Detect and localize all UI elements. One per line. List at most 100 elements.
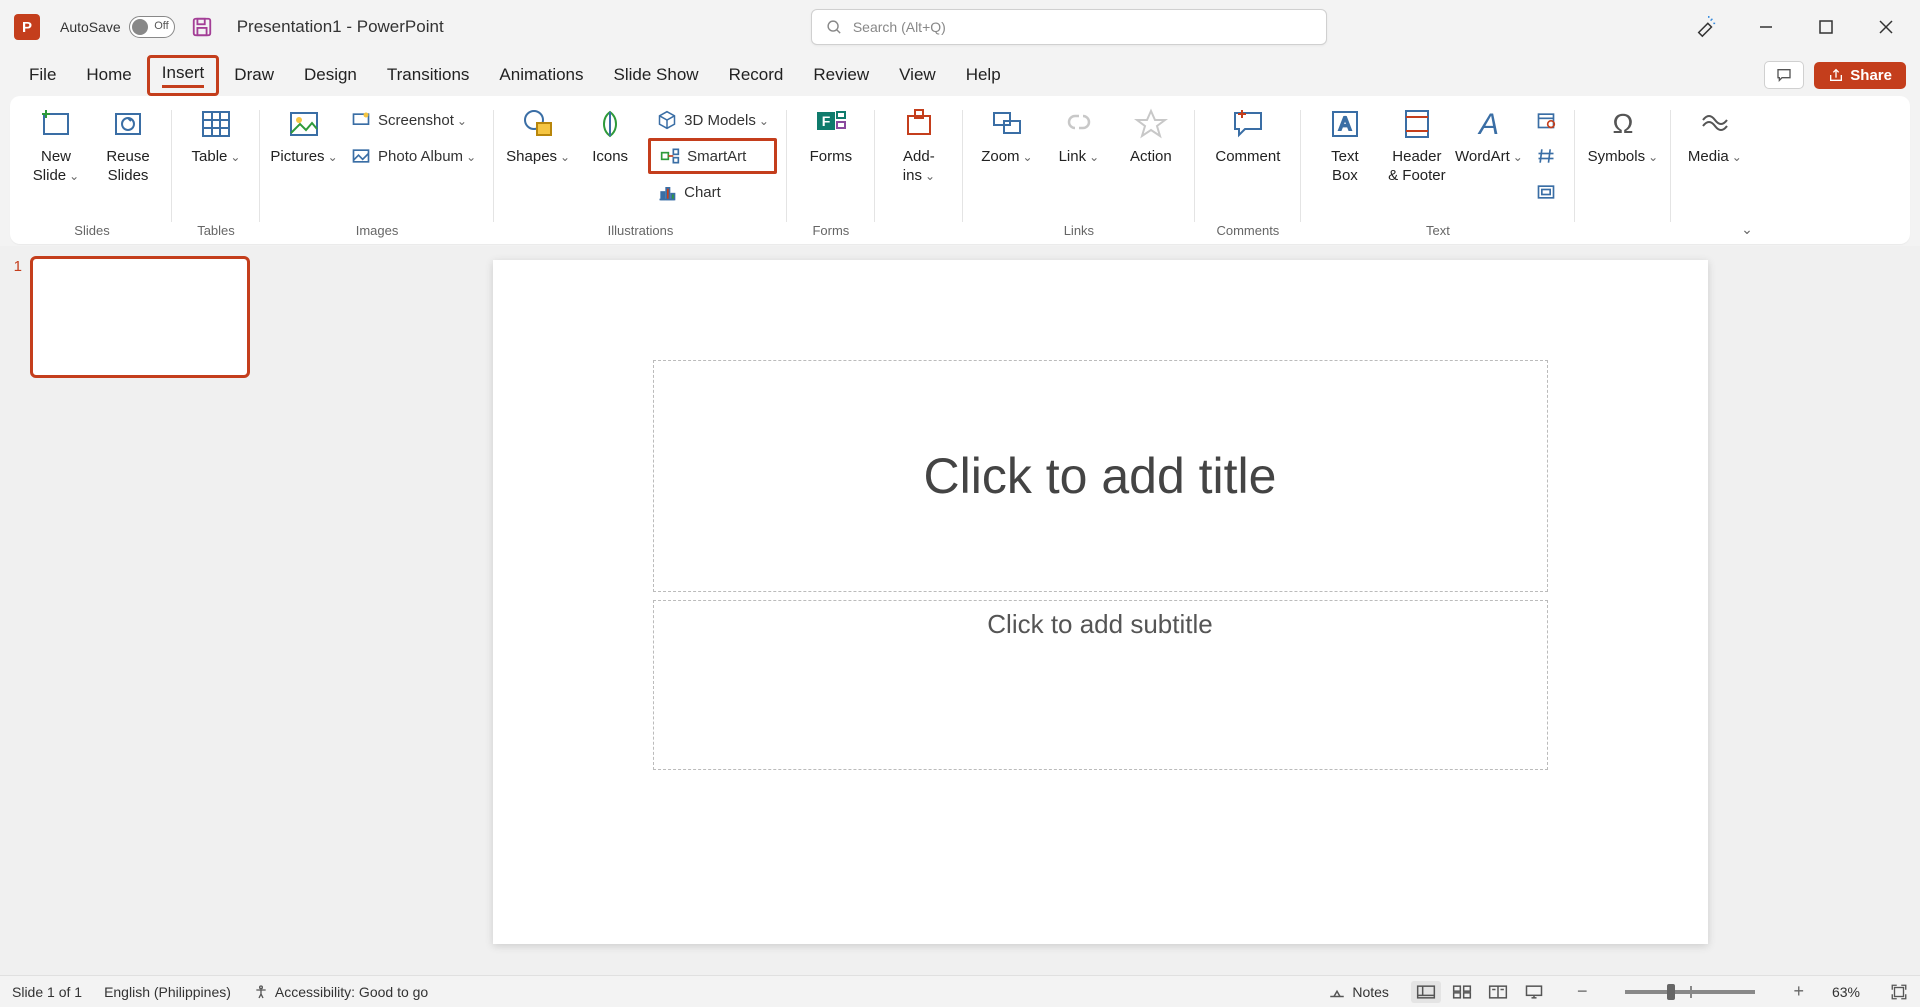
zoom-slider-thumb[interactable] [1667, 984, 1675, 1000]
tab-draw[interactable]: Draw [219, 57, 289, 93]
svg-text:A: A [1477, 108, 1499, 141]
zoom-level[interactable]: 63% [1832, 984, 1860, 1000]
autosave-control[interactable]: AutoSave Off [60, 16, 175, 38]
action-button[interactable]: Action [1117, 102, 1185, 167]
accessibility-label: Accessibility: Good to go [275, 984, 428, 1000]
group-links: Zoom Link Action Links [963, 102, 1195, 244]
textbox-icon: A [1327, 104, 1363, 144]
comment-icon [1230, 104, 1266, 144]
reading-view-button[interactable] [1483, 981, 1513, 1003]
shapes-icon [520, 104, 556, 144]
tab-record[interactable]: Record [714, 57, 799, 93]
notes-button[interactable]: Notes [1328, 984, 1389, 1000]
thumbnail-row[interactable]: 1 [8, 256, 272, 378]
tab-animations[interactable]: Animations [484, 57, 598, 93]
screenshot-button[interactable]: Screenshot [342, 102, 484, 138]
wordart-label: WordArt [1455, 148, 1523, 167]
group-forms-label: Forms [812, 220, 849, 244]
tab-insert[interactable]: Insert [147, 55, 220, 96]
tab-review[interactable]: Review [798, 57, 884, 93]
wordart-button[interactable]: A WordArt [1455, 102, 1523, 167]
slide-thumbnail-1[interactable] [30, 256, 250, 378]
collapse-ribbon-icon[interactable]: ⌄ [1741, 221, 1753, 238]
addins-icon [901, 104, 937, 144]
chart-icon [656, 181, 678, 203]
symbols-button[interactable]: Ω Symbols [1585, 102, 1661, 167]
pictures-button[interactable]: Pictures [270, 102, 338, 167]
icons-icon [592, 104, 628, 144]
search-icon [826, 19, 843, 36]
group-tables-label: Tables [197, 220, 235, 244]
tab-file[interactable]: File [14, 57, 71, 93]
zoom-out-button[interactable]: − [1571, 981, 1594, 1002]
smartart-label: SmartArt [687, 148, 746, 165]
icons-button[interactable]: Icons [576, 102, 644, 167]
tab-view[interactable]: View [884, 57, 951, 93]
normal-view-button[interactable] [1411, 981, 1441, 1003]
group-forms: F Forms Forms [787, 102, 875, 244]
chart-button[interactable]: Chart [648, 174, 777, 210]
minimize-icon[interactable] [1754, 15, 1778, 39]
document-title: Presentation1 - PowerPoint [237, 17, 444, 37]
textbox-label: Text Box [1331, 148, 1359, 186]
link-button[interactable]: Link [1045, 102, 1113, 167]
object-button[interactable] [1527, 174, 1565, 210]
notes-icon [1328, 985, 1346, 999]
header-footer-button[interactable]: Header & Footer [1383, 102, 1451, 186]
table-button[interactable]: Table [182, 102, 250, 167]
slide-canvas[interactable]: Click to add title Click to add subtitle [493, 260, 1708, 944]
sorter-view-button[interactable] [1447, 981, 1477, 1003]
notes-label: Notes [1352, 984, 1389, 1000]
language-status[interactable]: English (Philippines) [104, 984, 231, 1000]
screenshot-icon [350, 109, 372, 131]
slide-counter[interactable]: Slide 1 of 1 [12, 984, 82, 1000]
shapes-button[interactable]: Shapes [504, 102, 572, 167]
accessibility-status[interactable]: Accessibility: Good to go [253, 984, 428, 1000]
group-addins: Add- ins [875, 102, 963, 244]
fit-to-window-button[interactable] [1890, 983, 1908, 1001]
symbols-label: Symbols [1588, 148, 1659, 167]
reuse-slides-button[interactable]: Reuse Slides [94, 102, 162, 186]
smartart-button[interactable]: SmartArt [648, 138, 777, 174]
zoom-in-button[interactable]: + [1787, 981, 1810, 1002]
3d-models-button[interactable]: 3D Models [648, 102, 777, 138]
search-box[interactable]: Search (Alt+Q) [811, 9, 1327, 45]
tab-design[interactable]: Design [289, 57, 372, 93]
maximize-icon[interactable] [1814, 15, 1838, 39]
subtitle-placeholder[interactable]: Click to add subtitle [653, 600, 1548, 770]
title-placeholder[interactable]: Click to add title [653, 360, 1548, 592]
photo-album-button[interactable]: Photo Album [342, 138, 484, 174]
tab-transitions[interactable]: Transitions [372, 57, 485, 93]
new-slide-button[interactable]: New Slide [22, 102, 90, 186]
pictures-icon [286, 104, 322, 144]
share-button[interactable]: Share [1814, 62, 1906, 89]
coming-soon-icon[interactable] [1694, 15, 1718, 39]
slide-thumbnail-pane[interactable]: 1 [0, 246, 280, 975]
forms-button[interactable]: F Forms [797, 102, 865, 167]
save-icon[interactable] [191, 16, 213, 38]
close-icon[interactable] [1874, 15, 1898, 39]
tab-help[interactable]: Help [951, 57, 1016, 93]
svg-text:Ω: Ω [1612, 108, 1633, 139]
tab-slideshow[interactable]: Slide Show [599, 57, 714, 93]
media-button[interactable]: Media [1681, 102, 1749, 167]
title-bar: P AutoSave Off Presentation1 - PowerPoin… [0, 0, 1920, 54]
group-tables: Table Tables [172, 102, 260, 244]
addins-button[interactable]: Add- ins [885, 102, 953, 186]
slide-canvas-area[interactable]: Click to add title Click to add subtitle [280, 246, 1920, 975]
slide-number-button[interactable] [1527, 138, 1565, 174]
comments-pane-button[interactable] [1764, 61, 1804, 89]
date-time-button[interactable] [1527, 102, 1565, 138]
svg-text:F: F [822, 113, 831, 129]
tab-home[interactable]: Home [71, 57, 146, 93]
symbols-icon: Ω [1605, 104, 1641, 144]
group-links-label: Links [1064, 220, 1094, 244]
autosave-toggle[interactable]: Off [129, 16, 175, 38]
textbox-button[interactable]: A Text Box [1311, 102, 1379, 186]
slideshow-view-button[interactable] [1519, 981, 1549, 1003]
group-slides: New Slide Reuse Slides Slides [12, 102, 172, 244]
comment-button[interactable]: Comment [1205, 102, 1291, 167]
forms-icon: F [813, 104, 849, 144]
zoom-slider[interactable] [1625, 990, 1755, 994]
zoom-button[interactable]: Zoom [973, 102, 1041, 167]
